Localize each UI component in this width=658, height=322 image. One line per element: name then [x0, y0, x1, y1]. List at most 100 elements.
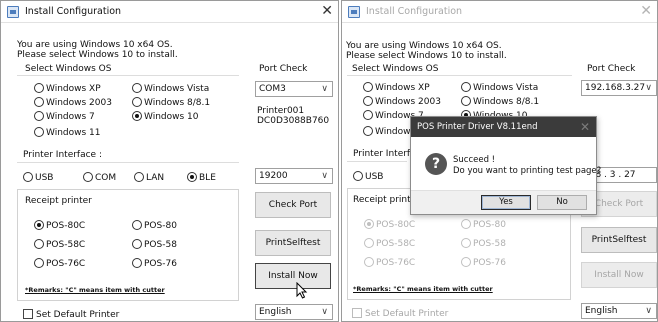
remarks-text: *Remarks: "C" means item with cutter: [25, 286, 165, 294]
radio-pos-80c[interactable]: POS-80C: [364, 219, 415, 230]
radio-windows-8[interactable]: Windows 8/8.1: [461, 96, 539, 107]
divider: [17, 162, 239, 163]
dialog-message: Succeed ! Do you want to printing test p…: [453, 155, 601, 177]
checkbox-label: Set Default Printer: [36, 310, 120, 320]
port-check-title: Port Check: [259, 64, 308, 74]
dialog-title: POS Printer Driver V8.11end: [417, 122, 538, 132]
radio-label: POS-80C: [376, 220, 416, 230]
port-check-title: Port Check: [587, 64, 636, 74]
radio-label: POS-76C: [376, 258, 416, 268]
remarks-text: *Remarks: "C" means item with cutter: [353, 285, 493, 293]
radio-label: Windows 10: [144, 112, 199, 122]
interface-title: Printer Interface :: [23, 150, 102, 160]
close-icon[interactable]: ✕: [321, 3, 333, 19]
radio-label: Windows XP: [375, 83, 430, 93]
baud-value: 19200: [259, 171, 288, 181]
checkbox-label: Set Default Printer: [365, 309, 449, 319]
radio-windows-10[interactable]: Windows 10: [132, 111, 199, 122]
window-title: Install Configuration: [366, 6, 463, 17]
radio-windows-11[interactable]: Window: [363, 126, 411, 137]
printer-id: DC0D3088B760: [257, 116, 330, 126]
no-button[interactable]: No: [537, 195, 587, 210]
radio-ble[interactable]: BLE: [187, 172, 216, 183]
divider: [17, 75, 239, 76]
port-select[interactable]: COM3 ∨: [255, 81, 333, 97]
radio-label: USB: [365, 172, 384, 182]
radio-windows-8[interactable]: Windows 8/8.1: [132, 97, 210, 108]
set-default-checkbox[interactable]: Set Default Printer: [352, 308, 448, 320]
interface-title: Printer Interfa: [353, 149, 416, 159]
language-select[interactable]: English ∨: [581, 303, 657, 319]
radio-pos-58[interactable]: POS-58: [461, 238, 506, 249]
radio-windows-vista[interactable]: Windows Vista: [132, 83, 209, 94]
radio-pos-76c[interactable]: POS-76C: [364, 257, 415, 268]
divider: [347, 75, 572, 76]
print-selftest-button[interactable]: PrintSelftest: [581, 227, 657, 253]
radio-windows-vista[interactable]: Windows Vista: [461, 82, 538, 93]
language-value: English: [259, 307, 292, 317]
dialog-message-line1: Succeed !: [453, 155, 496, 165]
radio-label: BLE: [199, 173, 216, 183]
app-icon: [7, 6, 19, 18]
radio-pos-80c[interactable]: POS-80C: [34, 220, 85, 231]
radio-label: Window: [375, 127, 411, 137]
radio-label: Windows 8/8.1: [144, 98, 211, 108]
radio-label: Windows 7: [46, 112, 95, 122]
title-bar[interactable]: Install Configuration ✕: [342, 1, 657, 23]
os-info-line2: Please select Windows 10 to install.: [346, 51, 507, 61]
radio-windows-xp[interactable]: Windows XP: [363, 82, 430, 93]
success-dialog: POS Printer Driver V8.11end ✕ ? Succeed …: [410, 116, 601, 215]
radio-com[interactable]: COM: [83, 172, 116, 183]
radio-pos-76[interactable]: POS-76: [461, 257, 506, 268]
ip-value: 192.168.3.27: [585, 83, 646, 93]
close-icon[interactable]: ✕: [640, 3, 652, 19]
print-selftest-button[interactable]: PrintSelftest: [255, 230, 331, 256]
radio-label: POS-80: [473, 220, 506, 230]
radio-usb[interactable]: USB: [353, 171, 383, 182]
radio-label: Windows 11: [46, 128, 101, 138]
dialog-title-bar[interactable]: POS Printer Driver V8.11end ✕: [411, 117, 596, 137]
radio-pos-76[interactable]: POS-76: [132, 258, 177, 269]
radio-windows-11[interactable]: Windows 11: [34, 127, 101, 138]
radio-pos-80[interactable]: POS-80: [461, 219, 506, 230]
port-value: COM3: [259, 84, 286, 94]
close-icon[interactable]: ✕: [580, 117, 590, 137]
radio-label: POS-76: [144, 259, 177, 269]
install-now-button[interactable]: Install Now: [581, 262, 657, 288]
radio-label: POS-58: [144, 240, 177, 250]
title-bar[interactable]: Install Configuration ✕: [1, 1, 338, 23]
radio-windows-7[interactable]: Windows 7: [34, 111, 95, 122]
os-info-line1: You are using Windows 10 x64 OS.: [346, 41, 502, 51]
radio-usb[interactable]: USB: [23, 172, 53, 183]
radio-label: Windows Vista: [473, 83, 539, 93]
radio-label: POS-58: [473, 239, 506, 249]
mouse-cursor-icon: [296, 282, 308, 299]
install-now-button[interactable]: Install Now: [255, 263, 331, 289]
radio-pos-80[interactable]: POS-80: [132, 220, 177, 231]
radio-windows-2003[interactable]: Windows 2003: [34, 97, 112, 108]
set-default-checkbox[interactable]: Set Default Printer: [23, 309, 119, 321]
install-config-window: Install Configuration ✕ You are using Wi…: [0, 0, 339, 322]
radio-windows-2003[interactable]: Windows 2003: [363, 96, 441, 107]
radio-pos-76c[interactable]: POS-76C: [34, 258, 85, 269]
radio-windows-xp[interactable]: Windows XP: [34, 83, 101, 94]
radio-label: POS-76C: [46, 259, 86, 269]
radio-label: USB: [35, 173, 54, 183]
os-info-line2: Please select Windows 10 to install.: [17, 50, 178, 60]
radio-pos-58[interactable]: POS-58: [132, 239, 177, 250]
chevron-down-icon: ∨: [645, 306, 652, 316]
radio-pos-58c[interactable]: POS-58C: [364, 238, 415, 249]
radio-lan[interactable]: LAN: [134, 172, 164, 183]
chevron-down-icon: ∨: [321, 171, 328, 181]
radio-label: COM: [95, 173, 117, 183]
radio-pos-58c[interactable]: POS-58C: [34, 239, 85, 250]
baud-select[interactable]: 19200 ∨: [255, 168, 333, 184]
question-icon: ?: [425, 153, 447, 175]
dialog-footer: Yes No: [411, 190, 596, 214]
window-title: Install Configuration: [25, 6, 122, 17]
ip-select[interactable]: 192.168.3.27 ∨: [581, 80, 657, 96]
language-select[interactable]: English ∨: [255, 304, 333, 320]
printer-name: Printer001: [257, 106, 305, 116]
yes-button[interactable]: Yes: [481, 195, 531, 210]
check-port-button[interactable]: Check Port: [255, 192, 331, 218]
